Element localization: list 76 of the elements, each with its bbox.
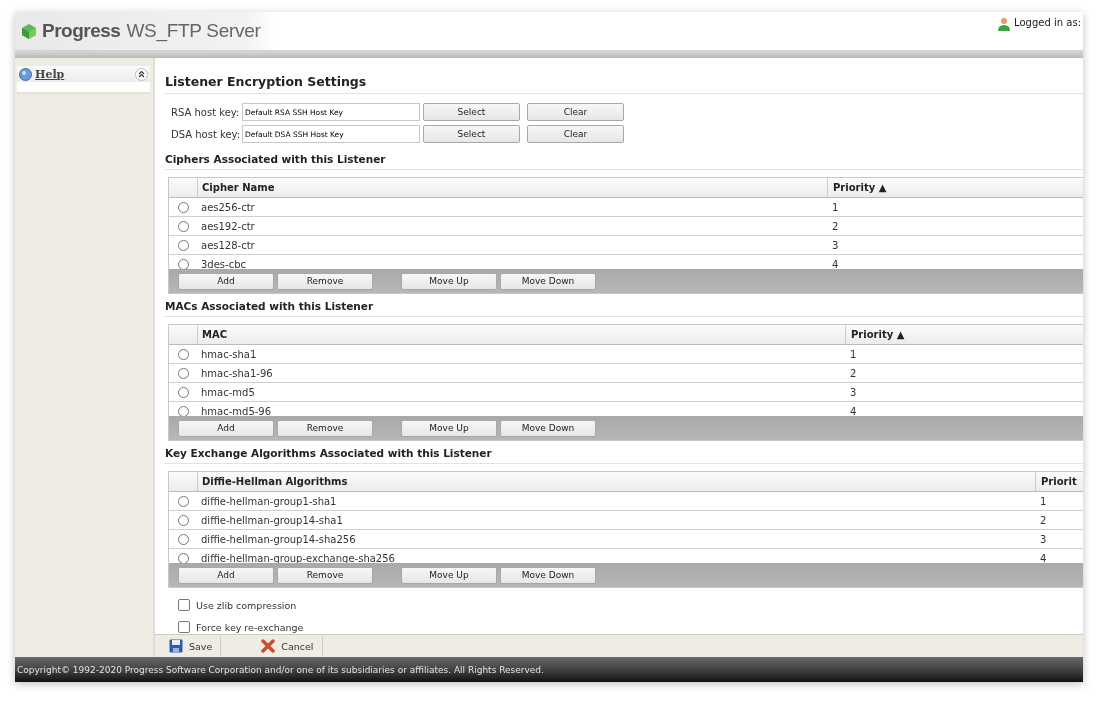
column-header[interactable]: Cipher Name — [198, 178, 828, 197]
checkbox-label: Force key re-exchange — [196, 621, 304, 633]
grid-button[interactable]: Move Down — [500, 272, 596, 290]
copyright-text: Copyright© 1992-2020 Progress Software Corporation and/or one of its subsidiaries or affiliates. All Rights Reserved. — [15, 657, 1083, 682]
radio-button[interactable] — [177, 495, 189, 507]
grid-button[interactable]: Add — [178, 419, 274, 437]
checkbox[interactable] — [178, 621, 190, 633]
table-cell-text: diffie-hellman-group14-sha1 — [200, 513, 344, 528]
table-cell-text: hmac-sha1-96 — [200, 366, 274, 381]
field-label: RSA host key: — [171, 106, 241, 118]
key-button[interactable]: Select — [423, 125, 520, 143]
table-cell-text: 3des-cbc — [200, 257, 248, 269]
brand-name: Progress — [42, 20, 121, 42]
radio-button[interactable] — [177, 201, 189, 213]
table-cell-text: diffie-hellman-group-exchange-sha256 — [200, 551, 396, 563]
table-cell-text: 3 — [831, 238, 840, 253]
table-cell-text: aes256-ctr — [200, 200, 256, 215]
grid-button[interactable]: Remove — [277, 419, 373, 437]
grid-button[interactable]: Move Down — [500, 419, 596, 437]
save-button[interactable]: Save — [159, 636, 221, 656]
help-icon — [19, 67, 32, 81]
logged-in-label: Logged in as: — [1014, 17, 1081, 28]
table-cell-text: 2 — [1039, 513, 1048, 528]
table-cell-text: 4 — [1039, 551, 1048, 563]
table-cell-text: 4 — [831, 257, 840, 269]
grid-button[interactable]: Add — [178, 272, 274, 290]
table-cell-text: 3 — [1039, 532, 1048, 547]
section-heading: Key Exchange Algorithms Associated with this Listener — [165, 447, 1083, 464]
table-cell-text: hmac-sha1 — [200, 347, 258, 362]
table-cell-text: 1 — [849, 347, 858, 362]
key-button[interactable]: Select — [423, 103, 520, 121]
section-heading: Ciphers Associated with this Listener — [165, 153, 1083, 170]
table-cell-text: diffie-hellman-group14-sha256 — [200, 532, 357, 547]
radio-button[interactable] — [177, 239, 189, 251]
table-cell-text: 2 — [831, 219, 840, 234]
user-icon — [998, 17, 1011, 31]
grid-button[interactable]: Remove — [277, 566, 373, 584]
key-button[interactable]: Clear — [527, 125, 624, 143]
grid-button[interactable]: Move Up — [401, 566, 497, 584]
cancel-button[interactable]: Cancel — [251, 636, 322, 656]
table-cell-text: aes192-ctr — [200, 219, 256, 234]
radio-button[interactable] — [177, 533, 189, 545]
grid-button[interactable]: Move Down — [500, 566, 596, 584]
table-cell-text: hmac-md5 — [200, 385, 256, 400]
grid-button[interactable]: Add — [178, 566, 274, 584]
radio-button[interactable] — [177, 514, 189, 526]
field-label: DSA host key: — [171, 128, 242, 140]
column-header[interactable]: Priority ▲ — [828, 178, 1083, 197]
key-button[interactable]: Clear — [527, 103, 624, 121]
radio-button[interactable] — [177, 386, 189, 398]
page-title: Listener Encryption Settings — [165, 74, 1083, 94]
table-cell-text: 3 — [849, 385, 858, 400]
table-cell-text: aes128-ctr — [200, 238, 256, 253]
table-cell-text: hmac-md5-96 — [200, 404, 273, 416]
table-cell-text: diffie-hellman-group1-sha1 — [200, 494, 338, 509]
checkbox[interactable] — [178, 599, 190, 611]
section-heading: MACs Associated with this Listener — [165, 300, 1083, 317]
product-name: WS_FTP Server — [126, 20, 261, 42]
column-header[interactable]: Diffie-Hellman Algorithms — [198, 472, 1036, 491]
checkbox-label: Use zlib compression — [196, 599, 297, 611]
column-header[interactable]: Priority ▲ — [846, 325, 1083, 344]
table-cell-text: 4 — [849, 404, 858, 416]
table-cell-text: 1 — [831, 200, 840, 215]
radio-button[interactable] — [177, 220, 189, 232]
collapse-icon[interactable] — [135, 67, 148, 81]
cross-icon — [261, 639, 276, 653]
help-link[interactable]: Help — [35, 67, 132, 81]
grid-button[interactable]: Move Up — [401, 272, 497, 290]
grid-button[interactable]: Remove — [277, 272, 373, 290]
column-header[interactable]: MAC — [198, 325, 846, 344]
table-cell-text: 1 — [1039, 494, 1048, 509]
radio-button[interactable] — [177, 367, 189, 379]
table-cell-text: 2 — [849, 366, 858, 381]
grid-button[interactable]: Move Up — [401, 419, 497, 437]
column-header[interactable]: Priorit — [1036, 472, 1083, 491]
radio-button[interactable] — [177, 348, 189, 360]
